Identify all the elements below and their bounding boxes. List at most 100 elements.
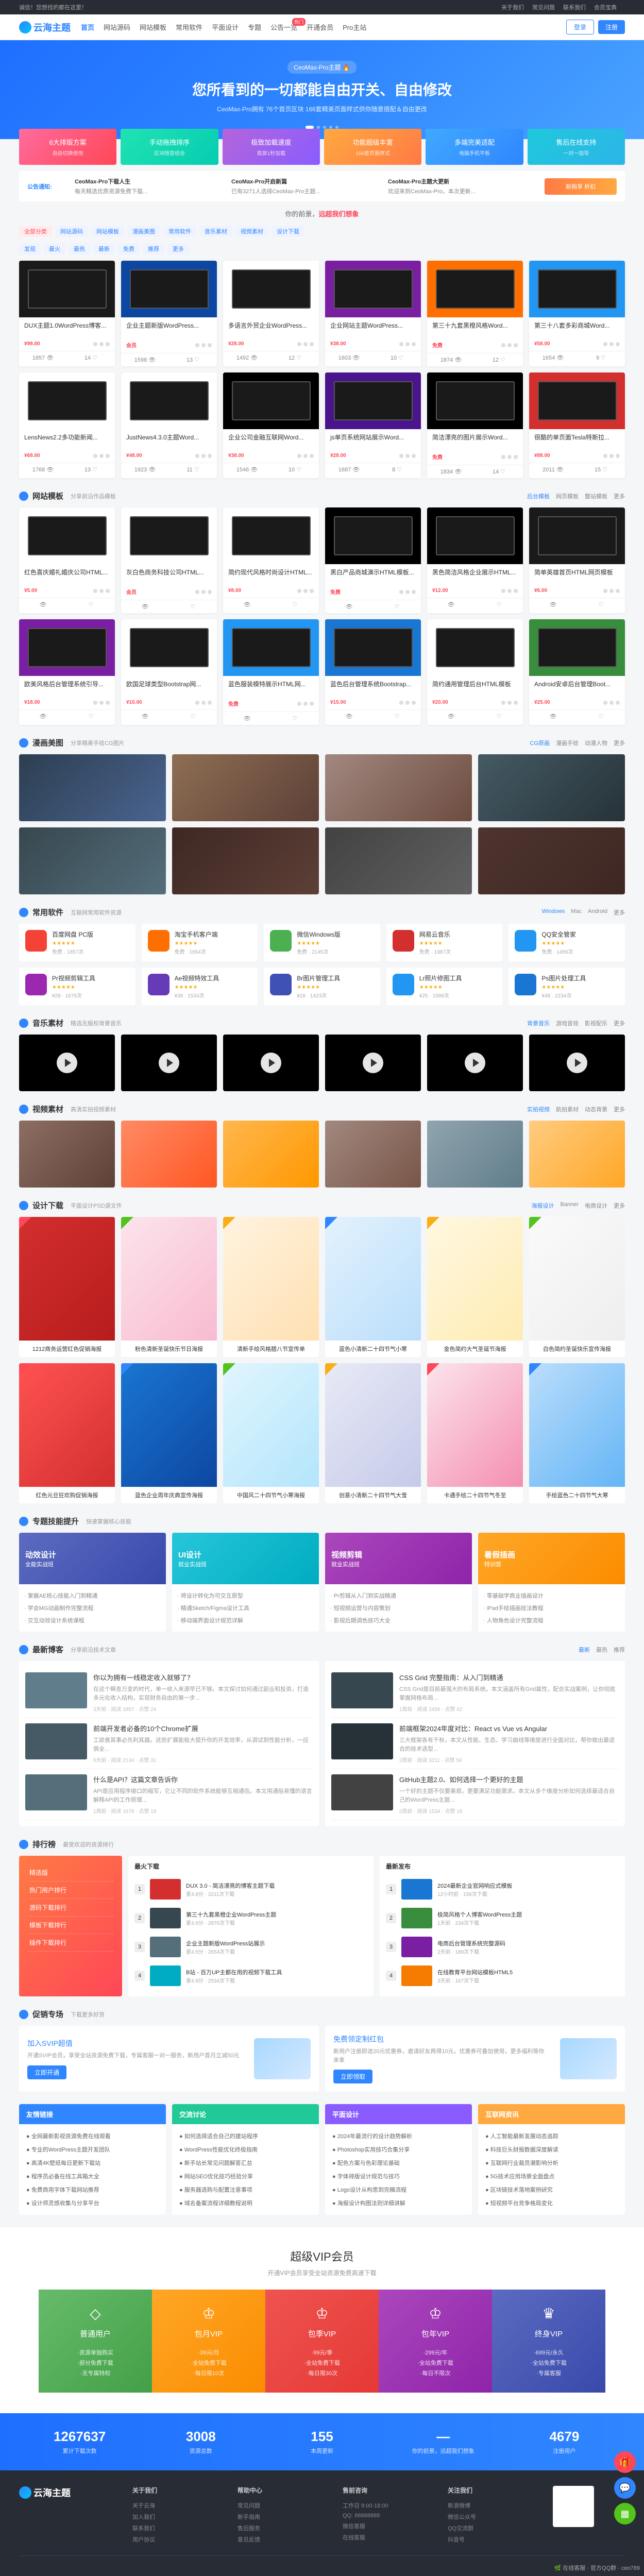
like-link[interactable]: 8 ♡ xyxy=(373,463,421,476)
software-card[interactable]: 网易云音乐★★★★★免费 · 1987次 xyxy=(386,924,503,961)
category-tag[interactable]: 常用软件 xyxy=(163,226,196,237)
topic-card[interactable]: 动效设计全能实战班· 掌握AE核心技能入门到精通· 学会MG动画制作完整流程· … xyxy=(19,1533,166,1632)
footer-link[interactable]: 关于云海 xyxy=(132,2500,227,2511)
resource-card[interactable]: 黑白产品商城演示HTML模板...免费 👁 ♡ xyxy=(325,507,421,613)
float-gift-button[interactable]: 🎁 xyxy=(614,2451,636,2473)
link-item[interactable]: ● 互联网行业裁员潮影响分析 xyxy=(485,2156,618,2170)
like-link[interactable]: ♡ xyxy=(271,598,319,611)
link-item[interactable]: ● Logo设计从构思到完稿流程 xyxy=(332,2183,465,2196)
topic-item[interactable]: · Pr剪辑从入门到实战精通 xyxy=(330,1589,467,1602)
rank-side-item[interactable]: 模板下载排行 xyxy=(27,1917,114,1934)
like-link[interactable]: ♡ xyxy=(169,710,217,723)
link-item[interactable]: ● 人工智能最新发展动态追踪 xyxy=(485,2129,618,2143)
link-item[interactable]: ● 区块链技术落地案例研究 xyxy=(485,2183,618,2196)
topic-card[interactable]: 暑假插画特训营· 零基础学商业插画设计· iPad手绘插画技法教程· 人物角色设… xyxy=(478,1533,625,1632)
filter-tag[interactable]: 发现 xyxy=(19,243,41,255)
feature-tile[interactable]: 多端完美适配电脑手机平板 xyxy=(426,129,523,165)
category-tag[interactable]: 漫画美图 xyxy=(127,226,160,237)
footer-link[interactable]: 新浪微博 xyxy=(448,2500,543,2511)
topic-item[interactable]: · 短视频运营与内容策划 xyxy=(330,1602,467,1614)
preview-link[interactable]: 👁 xyxy=(529,710,577,723)
topic-card[interactable]: 视频剪辑就业实战班· Pr剪辑从入门到实战精通· 短视频运营与内容策划· 影视后… xyxy=(325,1533,472,1632)
footer-link[interactable]: 微信客服 xyxy=(343,2520,437,2532)
footer-link[interactable]: 售后服务 xyxy=(238,2522,332,2534)
like-link[interactable]: ♡ xyxy=(67,710,115,723)
resource-card[interactable]: JustNews4.3.0主题Word...¥48.001923 👁11 ♡ xyxy=(121,372,217,478)
preview-link[interactable]: 👁 xyxy=(121,710,169,723)
news-item[interactable]: 你以为拥有一线稳定收入就够了？在这个瞬息万变的时代，单一收入来源早已不够。本文探… xyxy=(25,1667,313,1718)
music-card[interactable] xyxy=(121,1035,217,1091)
footer-link[interactable]: 抖音号 xyxy=(448,2534,543,2545)
preview-link[interactable]: 1687 👁 xyxy=(325,463,373,476)
vip-card[interactable]: ♛终身VIP·699元/永久·全站免费下载·专属客服 xyxy=(492,2290,605,2393)
preview-link[interactable]: 1492 👁 xyxy=(223,351,271,364)
nav-item[interactable]: 开通会员 xyxy=(307,22,333,32)
gallery-image[interactable] xyxy=(325,827,472,894)
design-card[interactable]: 粉色清新圣诞快乐节日海报 xyxy=(121,1217,217,1357)
feature-tile[interactable]: 手动拖拽排序区块随意组合 xyxy=(121,129,218,165)
play-icon[interactable] xyxy=(465,1053,485,1073)
preview-link[interactable]: 👁 xyxy=(19,710,67,723)
news-item[interactable]: 什么是API？这篇文章告诉你API是应用程序接口的缩写，它让不同的软件系统能够互… xyxy=(25,1769,313,1820)
category-tag[interactable]: 全部分类 xyxy=(19,226,52,237)
vip-card[interactable]: ◇普通用户·资源单独购买·部分免费下载·无专属特权 xyxy=(39,2290,152,2393)
register-button[interactable]: 注册 xyxy=(598,20,625,34)
nav-item[interactable]: 公告一览热门 xyxy=(270,22,297,32)
like-link[interactable]: 14 ♡ xyxy=(67,351,115,364)
preview-link[interactable]: 1834 👁 xyxy=(427,465,475,478)
link-item[interactable]: ● 程序员必备在线工具箱大全 xyxy=(26,2170,159,2183)
design-card[interactable]: 卡通手绘二十四节气冬至 xyxy=(427,1363,523,1503)
link-item[interactable]: ● 域名备案流程详细教程说明 xyxy=(179,2196,312,2210)
gallery-image[interactable] xyxy=(478,827,625,894)
music-card[interactable] xyxy=(427,1035,523,1091)
like-link[interactable]: 15 ♡ xyxy=(577,463,625,476)
rank-side-item[interactable]: 源码下载排行 xyxy=(27,1899,114,1917)
announce-item[interactable]: CeoMax-Pro主题大更新欢迎来到CeoMax-Pro，本次更新... xyxy=(388,177,538,195)
section-tab[interactable]: Windows xyxy=(542,908,565,917)
footer-link[interactable]: QQ: 88888888 xyxy=(343,2511,437,2520)
like-link[interactable]: 11 ♡ xyxy=(169,463,217,476)
announce-item[interactable]: CeoMax-Pro下载人生每天精选优质资源免费下载... xyxy=(75,177,225,195)
design-card[interactable]: 金色简约大气圣诞节海报 xyxy=(427,1217,523,1357)
design-card[interactable]: 红色元旦狂欢购促销海报 xyxy=(19,1363,115,1503)
section-tab[interactable]: 背景音乐 xyxy=(527,1019,550,1027)
software-card[interactable]: Pr视频剪辑工具★★★★★¥28 · 1678次 xyxy=(19,968,135,1005)
section-tab[interactable]: 更多 xyxy=(614,908,625,917)
play-icon[interactable] xyxy=(159,1053,179,1073)
link-item[interactable]: ● 新手站长常见问题解答汇总 xyxy=(179,2156,312,2170)
rank-item[interactable]: 3企业主题新版WordPress站展示星4.5分 · 2654次下载 xyxy=(134,1933,367,1961)
news-item[interactable]: 前端框架2024年度对比：React vs Vue vs Angular三大框架… xyxy=(331,1718,619,1769)
resource-card[interactable]: 第三十九套黑橙风格Word...免费1874 👁12 ♡ xyxy=(427,261,523,366)
resource-card[interactable]: 第三十八套多彩商城Word...¥58.001654 👁9 ♡ xyxy=(529,261,625,366)
play-icon[interactable] xyxy=(363,1053,383,1073)
resource-card[interactable]: 很酷的单页面Tesla特斯拉...¥88.002011 👁15 ♡ xyxy=(529,372,625,478)
topbar-link[interactable]: 会员宝典 xyxy=(594,5,617,11)
rank-side-item[interactable]: 插件下载排行 xyxy=(27,1934,114,1952)
category-tag[interactable]: 网站模板 xyxy=(91,226,124,237)
resource-card[interactable]: 多语言外贸企业WordPress...¥28.001492 👁12 ♡ xyxy=(223,261,319,366)
promo-button[interactable]: 立即领取 xyxy=(333,2070,372,2083)
preview-link[interactable]: 👁 xyxy=(325,710,373,723)
section-tab[interactable]: 更多 xyxy=(614,1105,625,1113)
filter-tag[interactable]: 更多 xyxy=(167,243,189,255)
software-card[interactable]: 微信Windows版★★★★★免费 · 2145次 xyxy=(264,924,380,961)
topic-item[interactable]: · 将设计转化为可交互原型 xyxy=(177,1589,314,1602)
footer-link[interactable]: 联系我们 xyxy=(132,2522,227,2534)
like-link[interactable]: 14 ♡ xyxy=(475,465,523,478)
section-tab[interactable]: 整站模板 xyxy=(585,492,607,500)
design-card[interactable]: 蓝色企业周年庆典宣传海报 xyxy=(121,1363,217,1503)
rank-side-item[interactable]: 热门用户排行 xyxy=(27,1882,114,1899)
link-item[interactable]: ● 全网最新影视资源免费在线观看 xyxy=(26,2129,159,2143)
resource-card[interactable]: 欧国足球类型Bootstrap网...¥10.00 👁 ♡ xyxy=(121,619,217,725)
section-tab[interactable]: 航拍素材 xyxy=(556,1105,579,1113)
topic-item[interactable]: · 人物角色设计完整流程 xyxy=(483,1614,620,1626)
announce-promo[interactable]: 新购享 折扣 xyxy=(545,178,617,195)
preview-link[interactable]: 1654 👁 xyxy=(529,351,577,364)
feature-tile[interactable]: 功能超级丰富166套页面样式 xyxy=(324,129,421,165)
resource-card[interactable]: LensNews2.2多功能新闻...¥68.001768 👁13 ♡ xyxy=(19,372,115,478)
topic-item[interactable]: · 掌握AE核心技能入门到精通 xyxy=(24,1589,161,1602)
preview-link[interactable]: 👁 xyxy=(19,598,67,611)
link-item[interactable]: ● 5G技术应用场景全面盘点 xyxy=(485,2170,618,2183)
resource-card[interactable]: 红色喜庆婚礼婚庆公司HTML...¥5.00 👁 ♡ xyxy=(19,507,115,613)
section-tab[interactable]: 最新 xyxy=(579,1646,590,1654)
